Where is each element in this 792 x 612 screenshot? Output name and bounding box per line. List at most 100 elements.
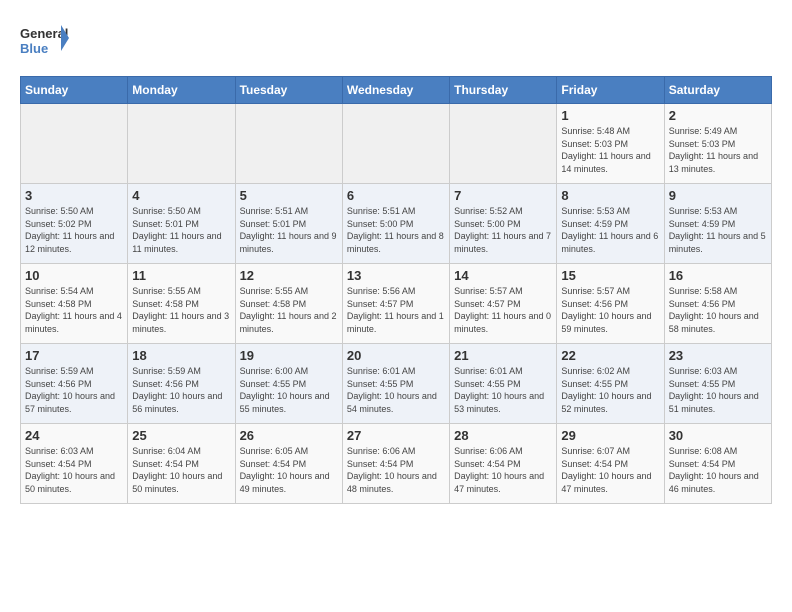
day-number: 12 xyxy=(240,268,338,283)
day-info: Sunrise: 6:01 AM Sunset: 4:55 PM Dayligh… xyxy=(347,365,445,415)
day-info: Sunrise: 5:51 AM Sunset: 5:01 PM Dayligh… xyxy=(240,205,338,255)
day-info: Sunrise: 6:08 AM Sunset: 4:54 PM Dayligh… xyxy=(669,445,767,495)
calendar-cell: 11 Sunrise: 5:55 AM Sunset: 4:58 PM Dayli… xyxy=(128,264,235,344)
day-number: 28 xyxy=(454,428,552,443)
calendar-cell: 4 Sunrise: 5:50 AM Sunset: 5:01 PM Daylig… xyxy=(128,184,235,264)
calendar-cell: 22 Sunrise: 6:02 AM Sunset: 4:55 PM Dayli… xyxy=(557,344,664,424)
calendar-week-row: 1 Sunrise: 5:48 AM Sunset: 5:03 PM Daylig… xyxy=(21,104,772,184)
calendar-table: SundayMondayTuesdayWednesdayThursdayFrid… xyxy=(20,76,772,504)
svg-text:Blue: Blue xyxy=(20,41,48,56)
day-number: 30 xyxy=(669,428,767,443)
calendar-cell: 28 Sunrise: 6:06 AM Sunset: 4:54 PM Dayli… xyxy=(450,424,557,504)
day-number: 13 xyxy=(347,268,445,283)
day-number: 1 xyxy=(561,108,659,123)
calendar-cell: 25 Sunrise: 6:04 AM Sunset: 4:54 PM Dayli… xyxy=(128,424,235,504)
day-number: 22 xyxy=(561,348,659,363)
page-header: General Blue xyxy=(20,20,772,60)
calendar-cell: 18 Sunrise: 5:59 AM Sunset: 4:56 PM Dayli… xyxy=(128,344,235,424)
day-info: Sunrise: 5:48 AM Sunset: 5:03 PM Dayligh… xyxy=(561,125,659,175)
calendar-cell: 3 Sunrise: 5:50 AM Sunset: 5:02 PM Daylig… xyxy=(21,184,128,264)
calendar-cell: 29 Sunrise: 6:07 AM Sunset: 4:54 PM Dayli… xyxy=(557,424,664,504)
day-info: Sunrise: 5:53 AM Sunset: 4:59 PM Dayligh… xyxy=(669,205,767,255)
calendar-cell: 20 Sunrise: 6:01 AM Sunset: 4:55 PM Dayli… xyxy=(342,344,449,424)
weekday-header-saturday: Saturday xyxy=(664,77,771,104)
calendar-cell xyxy=(128,104,235,184)
day-number: 27 xyxy=(347,428,445,443)
calendar-cell: 30 Sunrise: 6:08 AM Sunset: 4:54 PM Dayli… xyxy=(664,424,771,504)
weekday-header-friday: Friday xyxy=(557,77,664,104)
calendar-cell xyxy=(450,104,557,184)
day-info: Sunrise: 6:02 AM Sunset: 4:55 PM Dayligh… xyxy=(561,365,659,415)
day-number: 11 xyxy=(132,268,230,283)
day-info: Sunrise: 6:00 AM Sunset: 4:55 PM Dayligh… xyxy=(240,365,338,415)
calendar-cell xyxy=(342,104,449,184)
day-info: Sunrise: 5:52 AM Sunset: 5:00 PM Dayligh… xyxy=(454,205,552,255)
weekday-header-thursday: Thursday xyxy=(450,77,557,104)
calendar-cell: 1 Sunrise: 5:48 AM Sunset: 5:03 PM Daylig… xyxy=(557,104,664,184)
day-info: Sunrise: 5:50 AM Sunset: 5:02 PM Dayligh… xyxy=(25,205,123,255)
calendar-cell: 17 Sunrise: 5:59 AM Sunset: 4:56 PM Dayli… xyxy=(21,344,128,424)
day-number: 25 xyxy=(132,428,230,443)
day-number: 5 xyxy=(240,188,338,203)
day-info: Sunrise: 5:55 AM Sunset: 4:58 PM Dayligh… xyxy=(132,285,230,335)
calendar-cell: 24 Sunrise: 6:03 AM Sunset: 4:54 PM Dayli… xyxy=(21,424,128,504)
day-number: 9 xyxy=(669,188,767,203)
calendar-cell xyxy=(21,104,128,184)
day-info: Sunrise: 5:57 AM Sunset: 4:56 PM Dayligh… xyxy=(561,285,659,335)
day-number: 3 xyxy=(25,188,123,203)
calendar-cell: 6 Sunrise: 5:51 AM Sunset: 5:00 PM Daylig… xyxy=(342,184,449,264)
weekday-header-sunday: Sunday xyxy=(21,77,128,104)
day-number: 18 xyxy=(132,348,230,363)
day-info: Sunrise: 6:07 AM Sunset: 4:54 PM Dayligh… xyxy=(561,445,659,495)
day-info: Sunrise: 6:05 AM Sunset: 4:54 PM Dayligh… xyxy=(240,445,338,495)
calendar-cell: 7 Sunrise: 5:52 AM Sunset: 5:00 PM Daylig… xyxy=(450,184,557,264)
day-number: 4 xyxy=(132,188,230,203)
day-number: 24 xyxy=(25,428,123,443)
calendar-cell: 14 Sunrise: 5:57 AM Sunset: 4:57 PM Dayli… xyxy=(450,264,557,344)
day-info: Sunrise: 5:54 AM Sunset: 4:58 PM Dayligh… xyxy=(25,285,123,335)
calendar-cell: 21 Sunrise: 6:01 AM Sunset: 4:55 PM Dayli… xyxy=(450,344,557,424)
weekday-header-monday: Monday xyxy=(128,77,235,104)
day-number: 17 xyxy=(25,348,123,363)
day-info: Sunrise: 5:59 AM Sunset: 4:56 PM Dayligh… xyxy=(132,365,230,415)
day-info: Sunrise: 6:01 AM Sunset: 4:55 PM Dayligh… xyxy=(454,365,552,415)
calendar-week-row: 24 Sunrise: 6:03 AM Sunset: 4:54 PM Dayli… xyxy=(21,424,772,504)
day-number: 16 xyxy=(669,268,767,283)
weekday-header-row: SundayMondayTuesdayWednesdayThursdayFrid… xyxy=(21,77,772,104)
calendar-cell: 10 Sunrise: 5:54 AM Sunset: 4:58 PM Dayli… xyxy=(21,264,128,344)
calendar-cell: 27Sunrise: 6:06 AM Sunset: 4:54 PM Dayli… xyxy=(342,424,449,504)
calendar-week-row: 17 Sunrise: 5:59 AM Sunset: 4:56 PM Dayli… xyxy=(21,344,772,424)
calendar-cell: 8Sunrise: 5:53 AM Sunset: 4:59 PM Daylig… xyxy=(557,184,664,264)
day-number: 10 xyxy=(25,268,123,283)
day-number: 29 xyxy=(561,428,659,443)
day-number: 21 xyxy=(454,348,552,363)
day-info: Sunrise: 5:51 AM Sunset: 5:00 PM Dayligh… xyxy=(347,205,445,255)
day-number: 14 xyxy=(454,268,552,283)
calendar-cell xyxy=(235,104,342,184)
day-info: Sunrise: 6:03 AM Sunset: 4:54 PM Dayligh… xyxy=(25,445,123,495)
day-info: Sunrise: 6:04 AM Sunset: 4:54 PM Dayligh… xyxy=(132,445,230,495)
day-info: Sunrise: 5:59 AM Sunset: 4:56 PM Dayligh… xyxy=(25,365,123,415)
calendar-cell: 2Sunrise: 5:49 AM Sunset: 5:03 PM Daylig… xyxy=(664,104,771,184)
logo: General Blue xyxy=(20,20,70,60)
day-info: Sunrise: 6:06 AM Sunset: 4:54 PM Dayligh… xyxy=(454,445,552,495)
day-number: 20 xyxy=(347,348,445,363)
day-number: 6 xyxy=(347,188,445,203)
day-number: 15 xyxy=(561,268,659,283)
calendar-week-row: 10 Sunrise: 5:54 AM Sunset: 4:58 PM Dayli… xyxy=(21,264,772,344)
day-number: 2 xyxy=(669,108,767,123)
day-info: Sunrise: 6:03 AM Sunset: 4:55 PM Dayligh… xyxy=(669,365,767,415)
day-info: Sunrise: 5:55 AM Sunset: 4:58 PM Dayligh… xyxy=(240,285,338,335)
day-number: 19 xyxy=(240,348,338,363)
calendar-cell: 5 Sunrise: 5:51 AM Sunset: 5:01 PM Daylig… xyxy=(235,184,342,264)
day-number: 7 xyxy=(454,188,552,203)
calendar-cell: 12 Sunrise: 5:55 AM Sunset: 4:58 PM Dayli… xyxy=(235,264,342,344)
day-info: Sunrise: 5:50 AM Sunset: 5:01 PM Dayligh… xyxy=(132,205,230,255)
calendar-cell: 16Sunrise: 5:58 AM Sunset: 4:56 PM Dayli… xyxy=(664,264,771,344)
calendar-cell: 15 Sunrise: 5:57 AM Sunset: 4:56 PM Dayli… xyxy=(557,264,664,344)
day-info: Sunrise: 5:57 AM Sunset: 4:57 PM Dayligh… xyxy=(454,285,552,335)
logo-svg: General Blue xyxy=(20,20,70,60)
day-info: Sunrise: 5:56 AM Sunset: 4:57 PM Dayligh… xyxy=(347,285,445,335)
calendar-cell: 23Sunrise: 6:03 AM Sunset: 4:55 PM Dayli… xyxy=(664,344,771,424)
weekday-header-wednesday: Wednesday xyxy=(342,77,449,104)
